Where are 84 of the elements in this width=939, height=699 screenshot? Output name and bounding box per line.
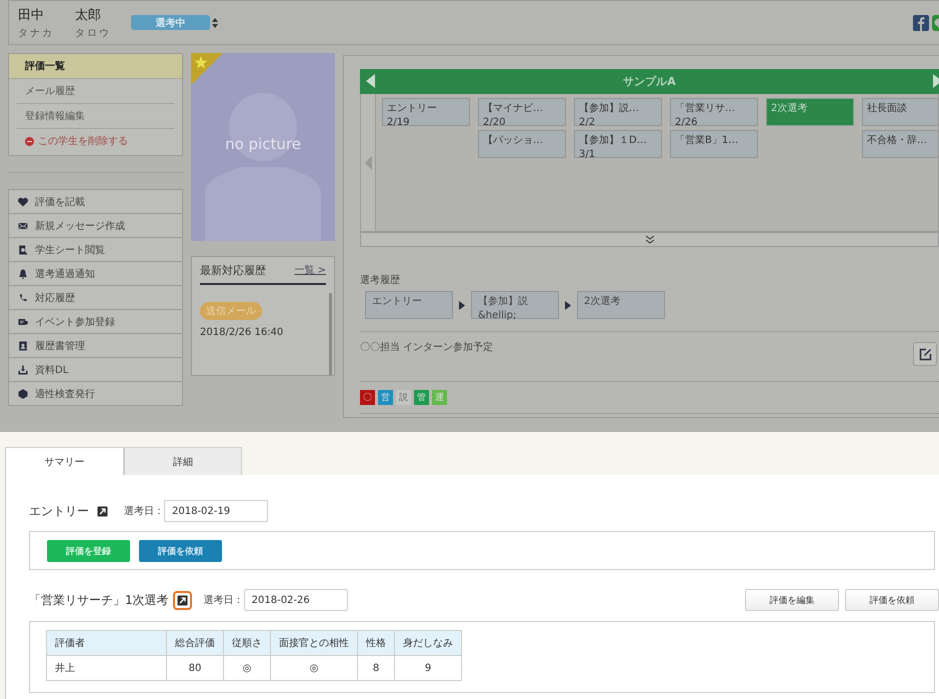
previous-group-icon[interactable] [366, 74, 375, 88]
table-cell: ◎ [224, 656, 270, 680]
given-name-kana: タロウ [75, 26, 112, 40]
stage-card[interactable]: 【参加】１D… 3/1 [574, 130, 662, 158]
memo-text: 〇〇担当 インターン参加予定 [360, 340, 494, 354]
edit-button[interactable] [913, 342, 937, 366]
stage-card[interactable]: 社長面談 [862, 98, 938, 126]
tab[interactable]: 詳細 [124, 447, 242, 475]
download-icon [17, 364, 29, 376]
date-label: 選考日： [124, 504, 164, 518]
family-name: 田中 [18, 6, 45, 24]
history-step: エントリー [365, 291, 453, 319]
action-item[interactable]: 学生シート閲覧 [9, 238, 182, 262]
evaluation-button[interactable]: 評価を依頼 [845, 589, 939, 611]
id-card-icon [17, 340, 29, 352]
tab[interactable]: サマリー [5, 447, 124, 475]
step-arrow-icon [565, 300, 571, 310]
history-step: 【参加】説 &hellip; [471, 291, 559, 319]
stage-card[interactable]: 「営業リサ… 2/26 [670, 98, 758, 126]
table-cell: 80 [166, 656, 224, 680]
heart-icon [17, 196, 29, 208]
history-datetime: 2018/2/26 16:40 [200, 327, 284, 338]
category-tag: 〇 [360, 390, 375, 405]
evaluation-button[interactable]: 評価を編集 [745, 589, 839, 611]
category-tag: 管 [414, 390, 429, 405]
column-header: 従順さ [224, 630, 270, 656]
column-header: 性格 [358, 630, 394, 656]
action-item[interactable]: 対応履歴 [9, 286, 182, 310]
column-header: 評価者 [46, 630, 166, 656]
edit-icon [918, 348, 932, 360]
table-cell: 9 [394, 656, 462, 680]
sort-arrows-icon[interactable] [212, 18, 218, 28]
delete-link[interactable]: この学生を削除する [17, 129, 174, 153]
document-icon [17, 244, 29, 256]
bell-icon [17, 268, 29, 280]
action-item[interactable]: イベント参加登録 [9, 310, 182, 334]
action-item[interactable]: 履歴書管理 [9, 334, 182, 358]
date-field[interactable]: 2018-02-19 [164, 500, 268, 522]
double-chevron-icon [644, 235, 654, 244]
table-cell: 井上 [46, 656, 166, 680]
step-arrow-icon [459, 300, 465, 310]
column-header: 総合評価 [166, 630, 224, 656]
date-label: 選考日： [204, 594, 244, 607]
action-item[interactable]: 選考通過通知 [9, 262, 182, 286]
menu-item[interactable]: メール履歴 [17, 79, 174, 104]
action-item[interactable]: 新規メッセージ作成 [9, 214, 182, 238]
category-tag: 営 [378, 390, 393, 405]
action-item[interactable]: 評価を記載 [9, 190, 182, 214]
menu-item[interactable]: 登録情報編集 [17, 104, 174, 129]
table-cell: ◎ [270, 656, 358, 680]
delete-icon [25, 136, 34, 146]
open-link-icon[interactable] [176, 594, 188, 606]
hexagon-icon [17, 388, 29, 400]
stage-card[interactable]: 【パッショ… [478, 130, 566, 158]
family-name-kana: タナカ [18, 26, 55, 40]
list-link[interactable]: 一覧 > [294, 263, 326, 278]
no-picture-label: no picture [224, 135, 302, 153]
history-label: 選考履歴 [360, 274, 401, 287]
stage-card[interactable]: 【参加】説… 2/2 [574, 98, 662, 126]
stage-card[interactable]: 不合格・辞… [862, 130, 938, 158]
stage-card[interactable]: エントリー 2/19 [382, 98, 470, 126]
action-item[interactable]: 資料DL [9, 358, 182, 382]
evaluation-button[interactable]: 評価を依頼 [139, 540, 222, 562]
category-tag: 運 [432, 390, 447, 405]
stage-title: エントリー [29, 502, 89, 520]
sent-mail-badge: 送信メール [200, 302, 262, 320]
column-header: 面接官との相性 [270, 630, 358, 656]
facebook-icon[interactable] [913, 15, 929, 31]
category-tag: 説 [396, 390, 411, 405]
phone-icon [17, 292, 29, 304]
given-name: 太郎 [75, 6, 102, 24]
history-step: 2次選考 [577, 291, 665, 319]
stage-title: 「営業リサーチ」1次選考 [29, 592, 169, 608]
stage-card[interactable]: 「営業B」1… [670, 130, 758, 158]
table-cell: 8 [358, 656, 394, 680]
highlighted-icon-frame[interactable] [172, 590, 192, 610]
stage-card[interactable]: 【マイナビ… 2/20 [478, 98, 566, 126]
date-field[interactable]: 2018-02-26 [244, 589, 348, 611]
stage-card[interactable]: 2次選考 [766, 98, 854, 126]
stage-group-header: サンプルA [360, 69, 939, 94]
column-header: 身だしなみ [394, 630, 462, 656]
panel-title: 最新対応履歴 [200, 263, 266, 278]
action-item[interactable]: 適性検査発行 [9, 382, 182, 405]
menu-item[interactable]: 評価一覧 [9, 54, 182, 79]
